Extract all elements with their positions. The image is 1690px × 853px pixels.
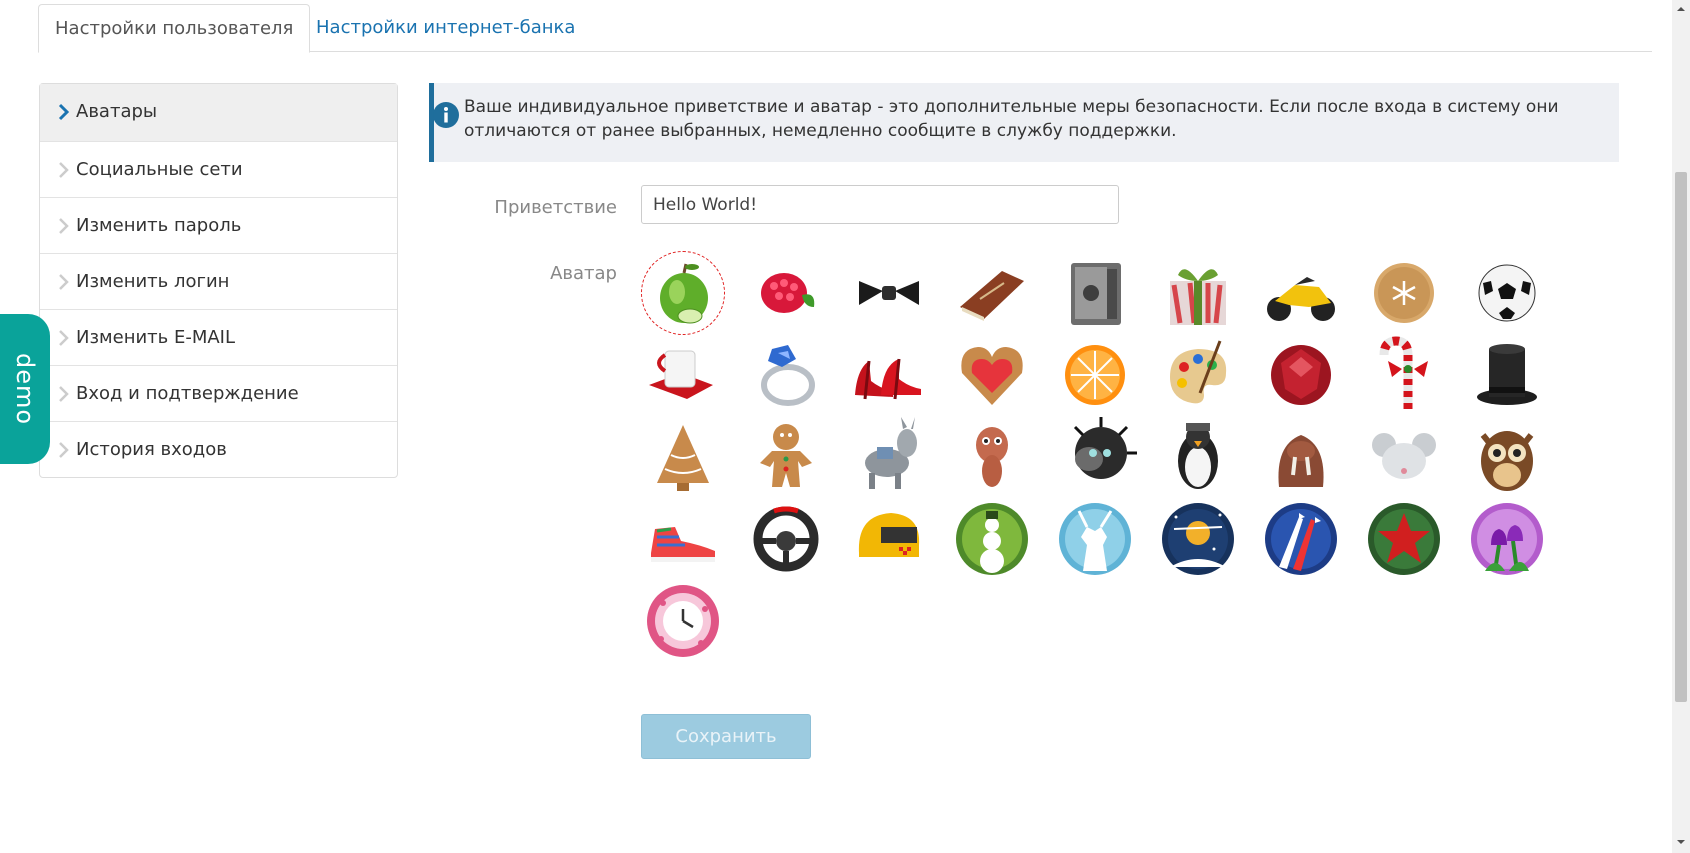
avatar-gift[interactable] [1156,251,1240,335]
avatar-candy-cane[interactable] [1362,333,1446,417]
avatar-cookie[interactable] [1362,251,1446,335]
scroll-down-icon[interactable] [1676,837,1686,847]
avatar-owl[interactable] [1465,415,1549,499]
sidebar-item-label: История входов [76,439,227,460]
chevron-right-icon [56,198,72,254]
avatar-bow-tie[interactable] [847,251,931,335]
avatar-gingerbread-tree[interactable] [641,415,725,499]
scrollbar[interactable] [1672,0,1690,853]
save-button[interactable]: Сохранить [641,714,811,759]
tab-bank-settings[interactable]: Настройки интернет-банка [300,4,591,52]
avatar-snowman[interactable] [950,497,1034,581]
avatar-tulips[interactable] [1465,497,1549,581]
sidebar-item-change-password[interactable]: Изменить пароль [40,197,397,253]
avatar-deer[interactable] [1053,497,1137,581]
chevron-right-icon [56,422,72,478]
info-icon [433,102,459,128]
page: Настройки пользователя Настройки интерне… [0,0,1690,853]
sidebar-item-label: Вход и подтверждение [76,383,299,404]
avatar-steering-wheel[interactable] [744,497,828,581]
sidebar-item-change-login[interactable]: Изменить логин [40,253,397,309]
sidebar-item-social[interactable]: Социальные сети [40,141,397,197]
security-info-box: Ваше индивидуальное приветствие и аватар… [429,83,1619,162]
greeting-label: Приветствие [494,197,617,218]
avatar-donkey[interactable] [847,415,931,499]
chevron-right-icon [56,142,72,198]
avatar-hedgehog[interactable] [1053,415,1137,499]
sidebar: Аватары Социальные сети Изменить пароль … [39,83,398,478]
avatar-mouse[interactable] [1362,415,1446,499]
sidebar-item-label: Изменить E-MAIL [76,327,236,348]
avatar-aerobatics[interactable] [1259,497,1343,581]
avatar-safe[interactable] [1053,251,1137,335]
avatar-red-star[interactable] [1362,497,1446,581]
avatar-soccer-ball[interactable] [1465,251,1549,335]
avatar-clock[interactable] [641,579,725,663]
avatar-walrus[interactable] [1259,415,1343,499]
avatar-cup[interactable] [641,333,725,417]
avatar-label: Аватар [550,263,617,284]
sidebar-item-label: Изменить логин [76,271,230,292]
avatar-penguin[interactable] [1156,415,1240,499]
avatar-heart-cookie[interactable] [950,333,1034,417]
avatar-palette[interactable] [1156,333,1240,417]
avatar-apple[interactable] [641,251,725,335]
tab-user-settings[interactable]: Настройки пользователя [38,4,311,53]
avatar-gingerbread-man[interactable] [744,415,828,499]
avatar-motorcycle[interactable] [1259,251,1343,335]
info-text: Ваше индивидуальное приветствие и аватар… [464,97,1559,141]
sidebar-item-label: Социальные сети [76,159,243,180]
chevron-right-icon [56,310,72,366]
avatar-santa-sleigh[interactable] [1156,497,1240,581]
chevron-right-icon [56,84,72,140]
sidebar-item-label: Аватары [76,101,158,122]
sidebar-item-login-history[interactable]: История входов [40,421,397,477]
sidebar-item-login-confirmation[interactable]: Вход и подтверждение [40,365,397,421]
avatar-raspberry[interactable] [744,251,828,335]
avatar-orange[interactable] [1053,333,1137,417]
scroll-thumb[interactable] [1675,172,1687,702]
sidebar-item-label: Изменить пароль [76,215,242,236]
avatar-top-hat[interactable] [1465,333,1549,417]
avatar-sneaker[interactable] [641,497,725,581]
greeting-input[interactable] [641,185,1119,224]
avatar-ring[interactable] [744,333,828,417]
scroll-up-icon[interactable] [1676,4,1686,14]
sidebar-item-avatars[interactable]: Аватары [40,84,397,141]
demo-label: demo [11,352,39,426]
chevron-right-icon [56,366,72,422]
avatar-helmet[interactable] [847,497,931,581]
avatar-ruby[interactable] [1259,333,1343,417]
avatar-high-heels[interactable] [847,333,931,417]
avatar-squirrel[interactable] [950,415,1034,499]
chevron-right-icon [56,254,72,310]
sidebar-item-change-email[interactable]: Изменить E-MAIL [40,309,397,365]
tab-bar: Настройки пользователя Настройки интерне… [38,4,1652,53]
demo-tab[interactable]: demo [0,314,50,464]
avatar-book[interactable] [950,251,1034,335]
